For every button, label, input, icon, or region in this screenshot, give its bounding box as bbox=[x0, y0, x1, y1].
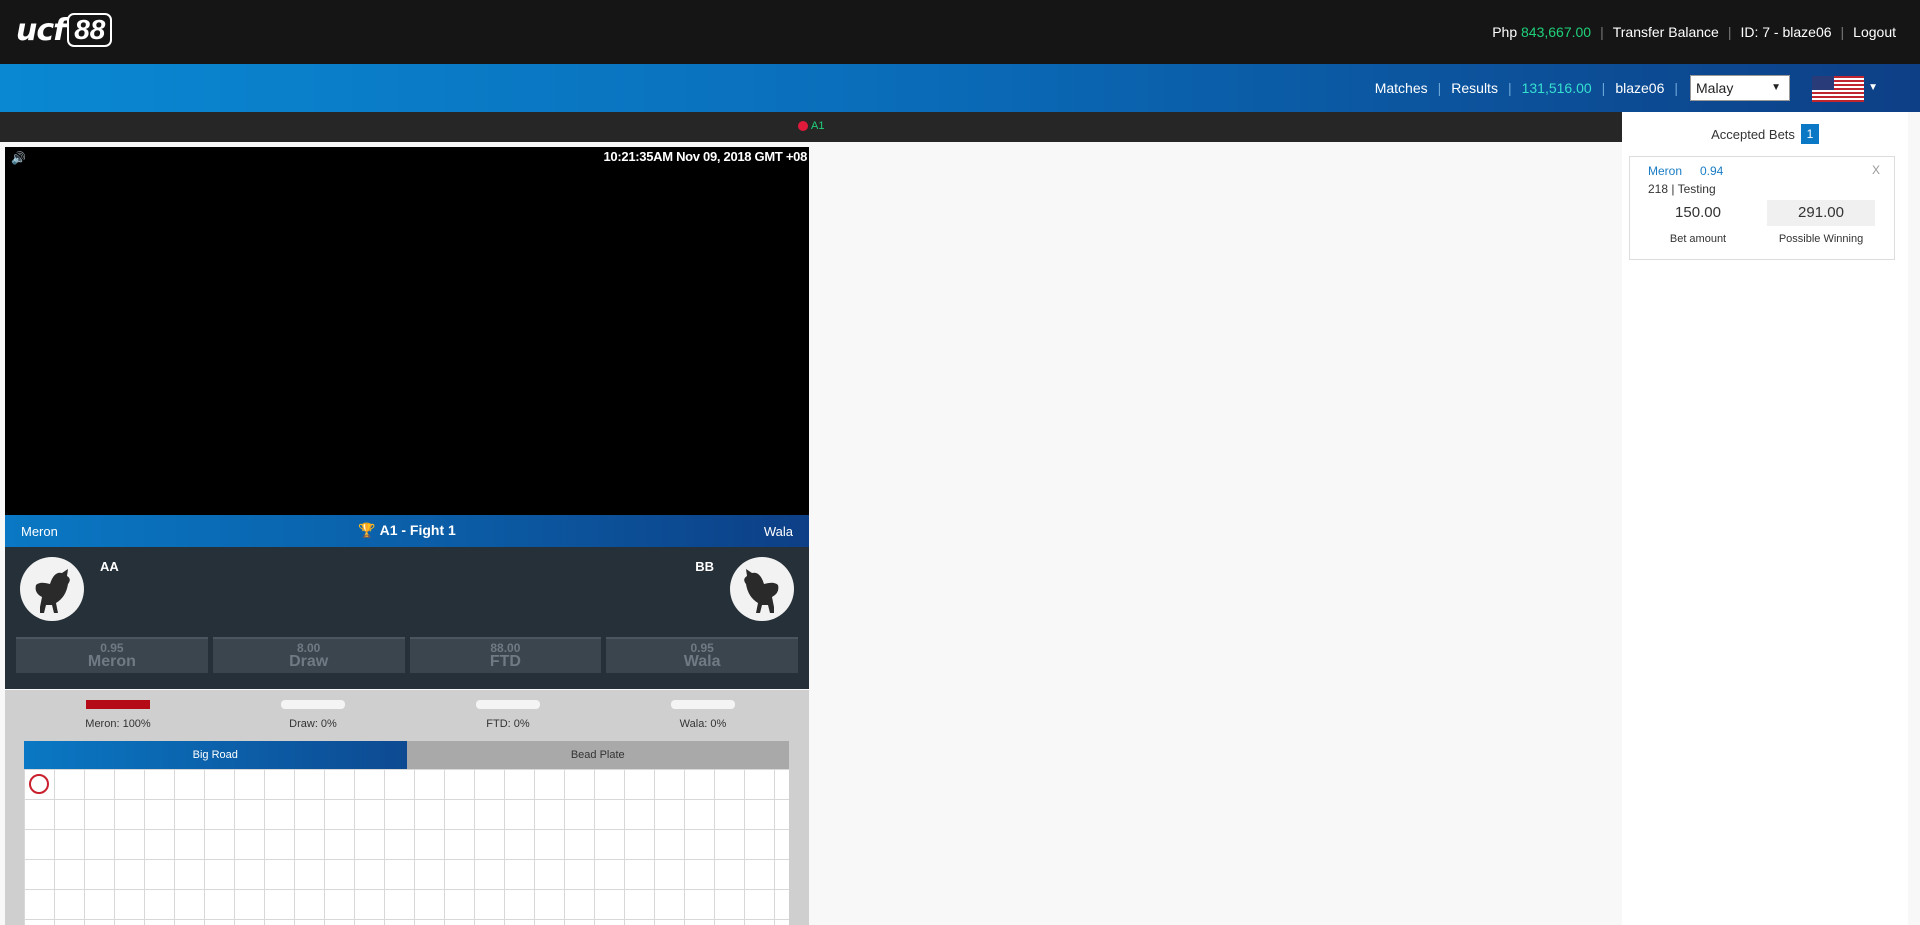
bet-ftd-button[interactable]: 88.00 FTD bbox=[409, 637, 602, 673]
bet-meron-button[interactable]: 0.95 Meron bbox=[16, 637, 208, 673]
wala-fighter-name: BB bbox=[695, 559, 714, 574]
divider: | bbox=[1674, 80, 1678, 96]
divider: | bbox=[1601, 80, 1606, 96]
rooster-icon bbox=[730, 557, 794, 621]
ucf88-logo[interactable]: ucf 88 bbox=[16, 10, 113, 50]
odds-buttons: 0.95 Meron 8.00 Draw 88.00 FTD 0.95 Wala bbox=[16, 637, 798, 673]
stat-wala: Wala: 0% bbox=[643, 700, 763, 730]
close-icon[interactable]: X bbox=[1872, 163, 1880, 177]
dropdown-caret-icon: ▼ bbox=[1771, 82, 1781, 93]
meron-percent-bar bbox=[86, 700, 150, 709]
odd-label: Wala bbox=[683, 653, 721, 670]
logo-text: ucf bbox=[16, 12, 66, 48]
divider: | bbox=[1507, 80, 1512, 96]
results-link[interactable]: Results bbox=[1451, 80, 1498, 96]
bet-amount-value: 150.00 bbox=[1644, 200, 1752, 226]
top-header: ucf 88 Php 843,667.00 | Transfer Balance… bbox=[0, 0, 1920, 64]
language-selected: Malay bbox=[1696, 80, 1734, 96]
odd-label: Draw bbox=[289, 653, 329, 670]
username: blaze06 bbox=[1615, 80, 1665, 96]
meron-fighter-name: AA bbox=[100, 559, 119, 574]
odd-label: FTD bbox=[489, 653, 521, 670]
stat-meron: Meron: 100% bbox=[58, 700, 178, 730]
ftd-percent-bar bbox=[476, 700, 540, 709]
wala-percent-bar bbox=[671, 700, 735, 709]
arena-indicator[interactable]: A1 bbox=[798, 120, 824, 132]
odd-label: Meron bbox=[87, 653, 136, 670]
arena-label: A1 bbox=[811, 120, 825, 132]
video-timestamp: 10:21:35AM Nov 09, 2018 GMT +08 bbox=[603, 149, 808, 164]
trophy-icon: 🏆 bbox=[358, 522, 376, 538]
stat-label: FTD: 0% bbox=[486, 718, 530, 730]
draw-percent-bar bbox=[281, 700, 345, 709]
divider: | bbox=[1600, 24, 1604, 40]
bet-odds: 0.94 bbox=[1700, 164, 1724, 178]
fight-title-text: A1 - Fight 1 bbox=[379, 522, 456, 538]
divider: | bbox=[1840, 24, 1845, 40]
account-id: ID: 7 - blaze06 bbox=[1740, 24, 1832, 40]
accepted-bets-header: Accepted Bets 1 bbox=[1622, 124, 1908, 144]
us-flag-icon[interactable] bbox=[1812, 76, 1864, 102]
logout-link[interactable]: Logout bbox=[1853, 24, 1896, 40]
bet-statistics: Meron: 100% Draw: 0% FTD: 0% Wala: 0% Bi… bbox=[5, 690, 809, 925]
bet-card: Meron 0.94 X 218 | Testing 150.00 291.00… bbox=[1629, 156, 1895, 260]
possible-winning-value: 291.00 bbox=[1767, 200, 1875, 226]
bet-amount-label: Bet amount bbox=[1669, 233, 1727, 245]
matches-link[interactable]: Matches bbox=[1375, 80, 1428, 96]
bet-wala-button[interactable]: 0.95 Wala bbox=[606, 637, 798, 673]
main-nav: Matches | Results | 131,516.00 | blaze06… bbox=[0, 64, 1920, 112]
possible-winning-label: Possible Winning bbox=[1778, 233, 1864, 245]
speaker-icon[interactable]: 🔊 bbox=[11, 151, 26, 165]
flag-caret-icon[interactable]: ▼ bbox=[1868, 82, 1878, 93]
language-select[interactable]: Malay ▼ bbox=[1690, 75, 1790, 101]
divider: | bbox=[1727, 24, 1732, 40]
meron-result-marker bbox=[29, 774, 49, 794]
road-tabs: Big Road Bead Plate bbox=[24, 741, 789, 769]
transfer-balance-link[interactable]: Transfer Balance bbox=[1613, 24, 1719, 40]
currency-label: Php bbox=[1492, 24, 1518, 40]
stat-label: Draw: 0% bbox=[289, 718, 337, 730]
credit-value: 131,516.00 bbox=[1521, 80, 1592, 96]
nav-menu: Matches | Results | 131,516.00 | blaze06… bbox=[1375, 74, 1790, 102]
live-dot-icon bbox=[798, 121, 808, 131]
video-player[interactable]: 🔊 10:21:35AM Nov 09, 2018 GMT +08 bbox=[5, 147, 809, 515]
logo-number: 88 bbox=[67, 13, 113, 47]
big-road-grid bbox=[24, 769, 789, 925]
wala-side-label: Wala bbox=[763, 524, 793, 539]
tab-bead-plate[interactable]: Bead Plate bbox=[406, 741, 789, 769]
stat-label: Meron: 100% bbox=[85, 718, 151, 730]
bet-reference: 218 | Testing bbox=[1648, 182, 1716, 196]
bet-side: Meron bbox=[1648, 164, 1683, 178]
fight-title: 🏆 A1 - Fight 1 bbox=[5, 522, 809, 539]
divider: | bbox=[1437, 80, 1442, 96]
stat-label: Wala: 0% bbox=[679, 718, 727, 730]
bets-count-badge: 1 bbox=[1800, 124, 1819, 144]
bet-draw-button[interactable]: 8.00 Draw bbox=[212, 637, 405, 673]
stat-draw: Draw: 0% bbox=[253, 700, 373, 730]
stat-ftd: FTD: 0% bbox=[448, 700, 568, 730]
fight-header: Meron 🏆 A1 - Fight 1 Wala bbox=[5, 515, 809, 547]
account-bar: Php 843,667.00 | Transfer Balance | ID: … bbox=[1492, 24, 1896, 40]
accepted-bets-title: Accepted Bets bbox=[1711, 126, 1795, 142]
rooster-icon bbox=[20, 557, 84, 621]
arena-strip: A1 bbox=[0, 112, 1622, 142]
accepted-bets-panel: Accepted Bets 1 Meron 0.94 X 218 | Testi… bbox=[1622, 112, 1908, 925]
fight-panel: AA BB 0.95 Meron 8.00 Draw 88.00 FTD 0.9… bbox=[5, 547, 809, 689]
balance-value: 843,667.00 bbox=[1521, 24, 1592, 40]
tab-big-road[interactable]: Big Road bbox=[24, 741, 407, 769]
